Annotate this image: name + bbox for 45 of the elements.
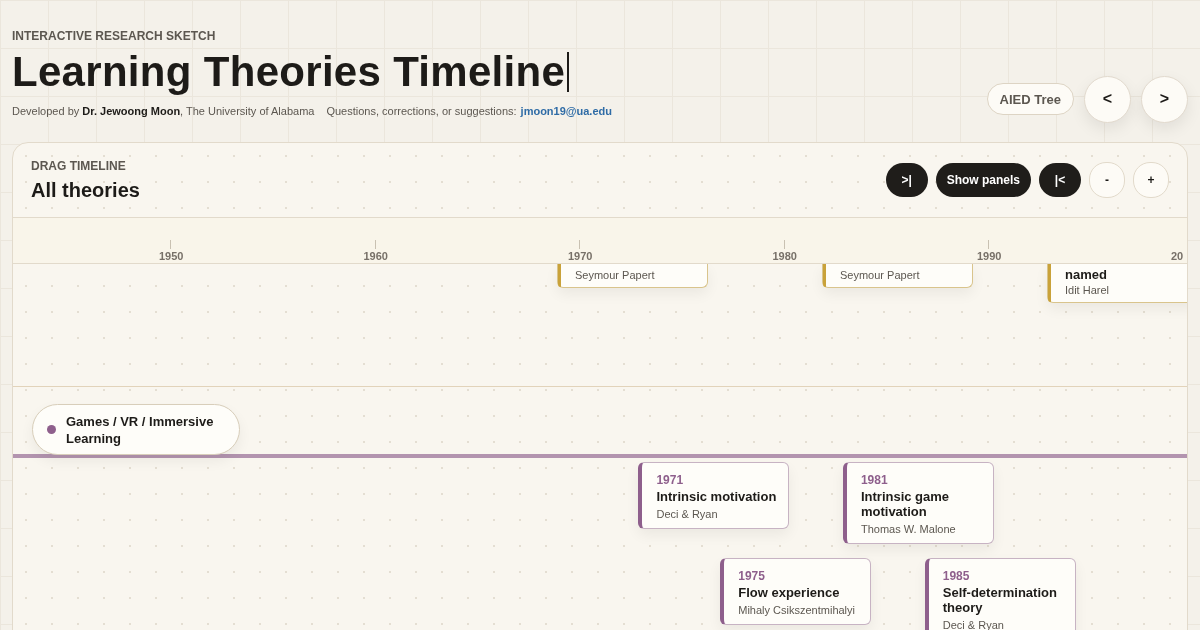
year-label: 1950 — [159, 250, 184, 262]
previous-button[interactable]: < — [1084, 75, 1131, 123]
card-year: 1981 — [860, 473, 889, 487]
panel-title: All theories — [31, 178, 140, 202]
card-title: named — [1065, 267, 1108, 282]
card-year: 1975 — [738, 569, 766, 583]
text-cursor — [567, 52, 570, 92]
year-label: 1970 — [568, 250, 593, 262]
card-author: Seymour Papert — [575, 269, 656, 281]
track-label[interactable]: Games / VR / Immersive Learning — [32, 404, 240, 455]
control-button[interactable]: |< — [1039, 163, 1081, 197]
card-title: Intrinsic motivation — [656, 489, 777, 504]
email-link[interactable]: jmoon19@ua.edu — [520, 105, 612, 117]
card-author: Thomas W. Malone — [860, 523, 957, 535]
year-label: 1990 — [977, 250, 1002, 262]
tree-button[interactable]: AIED Tree — [986, 83, 1074, 115]
year-label: 20 — [1171, 250, 1184, 262]
panel-eyebrow: DRAG TIMELINE — [31, 158, 127, 173]
card-title: Intrinsic game motivation — [860, 489, 951, 519]
next-button[interactable]: > — [1141, 75, 1188, 123]
theory-card[interactable]: 1971 Intrinsic motivation Deci & Ryan — [638, 462, 790, 529]
year-label: 1980 — [772, 250, 797, 262]
control-button[interactable]: >| — [885, 163, 928, 197]
control-button[interactable]: - — [1089, 162, 1125, 198]
page-title: Learning Theories Timeline — [12, 48, 566, 96]
card-title: Flow experience — [738, 585, 841, 600]
year-label: 1960 — [363, 250, 388, 262]
theory-card[interactable]: named Idit Harel — [1047, 264, 1187, 303]
card-year: 1985 — [942, 569, 971, 583]
control-button[interactable]: Show panels — [935, 163, 1031, 197]
card-year: 1971 — [656, 473, 685, 487]
theory-card[interactable]: Seymour Papert — [557, 264, 708, 288]
track-name: Games / VR / Immersive Learning — [66, 412, 215, 447]
theory-card[interactable]: 1975 Flow experience Mihaly Csikszentmihalyi — [720, 558, 872, 625]
card-author: Deci & Ryan — [656, 508, 719, 520]
card-author: Idit Harel — [1065, 284, 1111, 296]
eyebrow-label: INTERACTIVE RESEARCH SKETCH — [12, 29, 217, 43]
card-author: Seymour Papert — [840, 269, 921, 281]
card-title: Self-determination theory — [942, 585, 1058, 615]
theory-card[interactable]: Seymour Papert — [822, 264, 973, 288]
theory-card[interactable]: 1981 Intrinsic game motivation Thomas W. Malone — [842, 462, 994, 544]
card-author: Mihaly Csikszentmihalyi — [738, 604, 856, 616]
contact-text: Questions, corrections, or suggestions: — [326, 105, 517, 117]
control-button[interactable]: + — [1133, 162, 1169, 198]
credit-text: Developed by Dr. Jewoong Moon, The University of Alabama — [12, 105, 315, 117]
